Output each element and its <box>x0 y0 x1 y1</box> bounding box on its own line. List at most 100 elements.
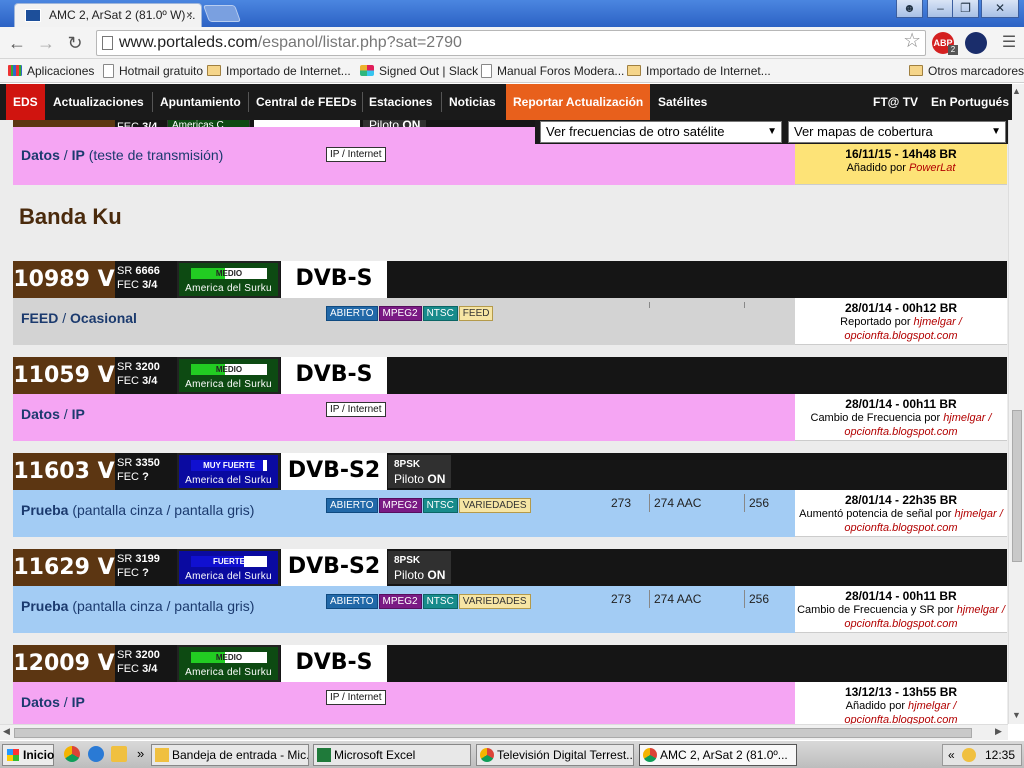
scroll-left-icon[interactable]: ◀ <box>3 726 10 737</box>
tab-active[interactable]: AMC 2, ArSat 2 (81.0º W) :. × <box>14 3 202 27</box>
entry-info: 28/01/14 - 00h12 BR Reportado por hjmelga… <box>795 298 1007 345</box>
modulation-pilot: 8PSK Piloto ON <box>388 455 452 488</box>
select-coverage-maps[interactable]: Ver mapas de cobertura ▼ <box>788 121 1006 143</box>
extension-shield-icon[interactable] <box>965 32 987 54</box>
column-separator <box>744 590 745 608</box>
clock: 12:35 <box>985 748 1016 762</box>
sr-fec: SR 3199 FEC ? <box>117 552 160 580</box>
new-tab-button[interactable] <box>202 5 242 22</box>
nav-central-feeds[interactable]: Central de FEEDs <box>249 84 364 120</box>
nav-apuntamiento[interactable]: Apuntamiento <box>153 84 248 120</box>
nav-portugues[interactable]: En Portugués <box>924 84 1012 120</box>
bookmark-manual-foros[interactable]: Manual Foros Modera... <box>481 63 624 79</box>
tag: FEED <box>458 306 494 321</box>
bookmark-label: Otros marcadores <box>928 64 1024 78</box>
bookmark-aplicaciones[interactable]: Aplicaciones <box>8 63 94 79</box>
scroll-thumb[interactable] <box>1012 410 1022 562</box>
category[interactable]: Datos <box>21 694 60 710</box>
sr-value: 3350 <box>135 457 160 469</box>
minimize-button[interactable]: – <box>927 0 954 18</box>
nav-estaciones[interactable]: Estaciones <box>362 84 439 120</box>
bookmark-star-icon[interactable]: ☆ <box>903 31 921 53</box>
tab-title: AMC 2, ArSat 2 (81.0º W) :. <box>49 8 196 22</box>
tab-close-icon[interactable]: × <box>186 4 193 26</box>
reload-icon[interactable]: ↻ <box>63 31 87 55</box>
user-profile-icon[interactable]: ☻ <box>896 0 923 18</box>
category[interactable]: Prueba <box>21 598 68 614</box>
tray-app-icon[interactable] <box>962 748 976 762</box>
subcategory[interactable]: IP <box>72 406 85 422</box>
sr-value: 3200 <box>135 649 160 661</box>
forward-arrow-icon[interactable]: → <box>34 31 58 55</box>
scroll-up-icon[interactable]: ▲ <box>1012 86 1021 96</box>
start-button[interactable]: Inicio <box>2 744 54 766</box>
scroll-thumb[interactable] <box>14 728 972 738</box>
entry-author[interactable]: PowerLat <box>909 162 955 174</box>
tag: IP / Internet <box>326 402 386 417</box>
nav-eds[interactable]: EDS <box>6 84 45 120</box>
entry-description: Datos / IP (teste de transmisión) <box>21 147 224 163</box>
scroll-right-icon[interactable]: ▶ <box>995 726 1002 737</box>
select-value: Ver frecuencias de otro satélite <box>546 124 725 139</box>
tags: IP / Internet <box>326 147 387 162</box>
nav-noticias[interactable]: Noticias <box>442 84 503 120</box>
scroll-down-icon[interactable]: ▼ <box>1012 710 1021 720</box>
select-other-satellite[interactable]: Ver frecuencias de otro satélite ▼ <box>540 121 782 143</box>
close-window-button[interactable]: ✕ <box>981 0 1019 18</box>
url-host: www.portaleds.com <box>119 34 258 51</box>
frequency[interactable]: 11629 V <box>13 549 115 586</box>
menu-hamburger-icon[interactable]: ☰ <box>997 31 1021 55</box>
address-bar[interactable]: www.portaleds.com/espanol/listar.php?sat… <box>96 30 926 56</box>
fec-value: ? <box>142 471 149 483</box>
nav-satelites[interactable]: Satélites <box>651 84 714 120</box>
frequency[interactable]: 12009 V <box>13 645 115 682</box>
nav-reportar[interactable]: Reportar Actualización <box>506 84 651 120</box>
horizontal-scrollbar[interactable]: ◀ ▶ <box>0 724 1008 740</box>
tag: NTSC <box>422 594 458 609</box>
frequency[interactable]: 10989 V <box>13 261 115 298</box>
taskbar-outlook[interactable]: Bandeja de entrada - Mic... <box>151 744 309 766</box>
sr-label: SR <box>117 649 133 661</box>
category[interactable]: FEED <box>21 310 58 326</box>
bookmark-importado-2[interactable]: Importado de Internet... <box>627 63 771 79</box>
frequency[interactable]: 11603 V <box>13 453 115 490</box>
taskbar-chrome-amc[interactable]: AMC 2, ArSat 2 (81.0º... <box>639 744 797 766</box>
fec-value: ? <box>142 567 149 579</box>
category[interactable]: Datos <box>21 406 60 422</box>
satellite-name: America del Surku <box>185 571 272 582</box>
back-arrow-icon[interactable]: ← <box>5 31 29 55</box>
sr-value: 6666 <box>135 265 160 277</box>
frequency[interactable]: 11059 V <box>13 357 115 394</box>
entry-description: Datos / IP <box>21 694 85 710</box>
channel-entry: 12009 V SR 3200 FEC 3/4 MEDIO America del Su… <box>13 645 1007 724</box>
bookmark-otros[interactable]: Otros marcadores <box>909 63 1024 79</box>
category[interactable]: Datos <box>21 147 60 163</box>
chrome-icon[interactable] <box>64 746 80 762</box>
subcategory[interactable]: IP <box>72 694 85 710</box>
page-viewport: 3700 V FEC 3/4 Americas C DVB-S2 Piloto … <box>0 84 1012 724</box>
internet-explorer-icon[interactable] <box>88 746 104 762</box>
taskbar-chrome-tv[interactable]: Televisión Digital Terrest... <box>476 744 634 766</box>
bookmark-slack[interactable]: Signed Out | Slack <box>360 63 478 79</box>
app-quicklaunch-icon[interactable] <box>111 746 127 762</box>
taskbar-label: AMC 2, ArSat 2 (81.0º... <box>660 748 788 762</box>
tray-expand-icon[interactable]: « <box>948 745 955 765</box>
subcategory[interactable]: IP <box>72 147 85 163</box>
vertical-scrollbar[interactable]: ▲ ▼ <box>1008 84 1024 724</box>
bookmark-label: Importado de Internet... <box>226 64 351 78</box>
category[interactable]: Prueba <box>21 502 68 518</box>
taskbar-excel[interactable]: Microsoft Excel <box>313 744 471 766</box>
section-title: Banda Ku <box>19 204 122 229</box>
nav-actualizaciones[interactable]: Actualizaciones <box>46 84 151 120</box>
restore-button[interactable]: ❐ <box>952 0 979 18</box>
signal-bar: MEDIO <box>191 364 267 375</box>
bookmark-importado-1[interactable]: Importado de Internet... <box>207 63 351 79</box>
sr-fec: SR 3350 FEC ? <box>117 456 160 484</box>
nav-ft-tv[interactable]: FT@ TV <box>866 84 925 120</box>
signal-meter: MEDIO America del Surku <box>177 357 280 394</box>
signal-bar: MUY FUERTE <box>191 460 267 471</box>
bookmark-hotmail[interactable]: Hotmail gratuito <box>103 63 203 79</box>
quicklaunch-chevron-icon[interactable]: » <box>137 746 144 761</box>
subcategory[interactable]: Ocasional <box>70 310 137 326</box>
column-separator <box>649 590 650 608</box>
